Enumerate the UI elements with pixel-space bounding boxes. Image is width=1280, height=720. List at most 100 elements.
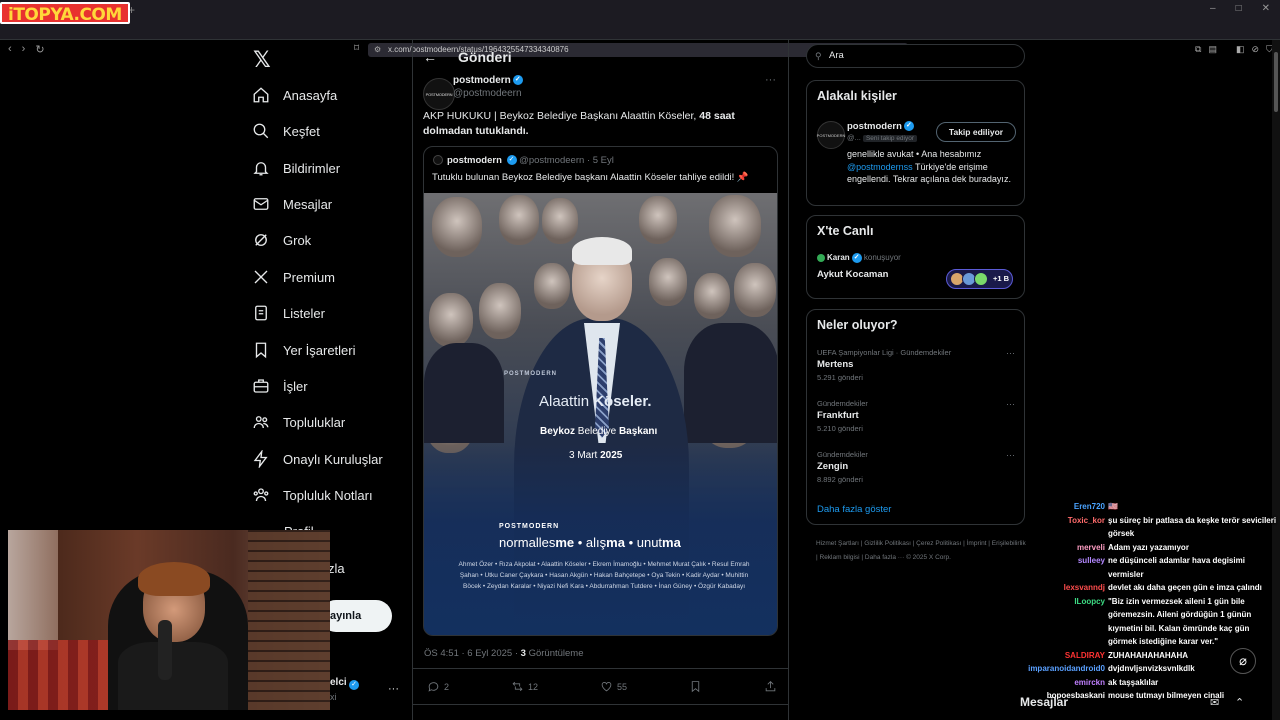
chat-username[interactable]: sulleey [1020, 554, 1105, 568]
repost-button[interactable]: 12 [511, 680, 538, 693]
quote-author-name: postmodern [447, 155, 502, 166]
maximize-icon[interactable]: □ [1236, 3, 1242, 14]
slogan-part: normalles [499, 535, 556, 550]
chat-username[interactable]: Eren720 [1020, 500, 1105, 514]
sidebar-icon[interactable]: ◧ [1236, 44, 1245, 55]
messages-drawer[interactable]: Mesajlar ✉ ⌃ [1015, 690, 1280, 720]
chat-username[interactable]: ILoopcy [1020, 595, 1105, 609]
nav-label: Onaylı Kuruluşlar [283, 451, 383, 467]
wallet-icon[interactable]: ▤ [1208, 44, 1217, 55]
nav-messages[interactable]: Mesajlar [252, 186, 332, 222]
author-handle[interactable]: @postmodeern [453, 88, 522, 99]
nav-jobs[interactable]: İşler [252, 368, 308, 404]
trend-item[interactable]: UEFA Şampiyonlar Ligi · Gündemdekiler Me… [817, 348, 1017, 382]
people-icon [253, 416, 269, 429]
nav-bookmarks[interactable]: Yer İşaretleri [252, 332, 356, 368]
account-name[interactable]: elci [330, 677, 347, 688]
reply-button[interactable]: 2 [427, 680, 449, 693]
webcam-shelf [248, 530, 330, 710]
chat-username[interactable]: SALDIRAY [1020, 649, 1105, 663]
chevron-up-icon[interactable]: ⌃ [1235, 696, 1244, 709]
chat-username[interactable]: imparanoidandroid0 [1020, 662, 1105, 676]
image-names-list: Ahmet Özer • Rıza Akpolat • Alaattin Kös… [458, 561, 750, 590]
image-slogan: normallesme • alışma • unutma [499, 535, 681, 550]
back-icon[interactable]: ‹ [8, 43, 12, 56]
avatar[interactable]: POSTMODERN [423, 78, 455, 110]
nav-label: Topluluk Notları [283, 487, 373, 503]
live-host: Karan ✓ konuşuyor [817, 253, 901, 263]
webcam-microphone [158, 620, 172, 680]
more-options-icon[interactable]: ··· [765, 74, 776, 86]
search-input[interactable]: ⚲ Ara [806, 44, 1025, 68]
bio-link[interactable]: @postmodernss [847, 162, 913, 172]
slogan-part: • unut [624, 535, 663, 550]
lightning-icon [253, 450, 268, 468]
bookmark-button[interactable] [689, 680, 702, 693]
like-button[interactable]: 55 [600, 680, 627, 693]
post-button[interactable]: ayınla [320, 600, 392, 632]
more-options-icon[interactable]: ··· [1006, 348, 1015, 358]
avatar[interactable]: POSTMODERN [817, 121, 845, 149]
close-icon[interactable]: ✕ [1262, 3, 1270, 14]
nav-communities[interactable]: Topluluklar [252, 404, 345, 440]
following-button[interactable]: Takip ediliyor [936, 122, 1016, 142]
webcam-overlay [8, 530, 330, 710]
live-listeners-pill[interactable]: +1 B [946, 269, 1013, 289]
reload-icon[interactable]: ↻ [35, 43, 44, 56]
collage-face [709, 195, 761, 257]
minimize-icon[interactable]: – [1210, 3, 1216, 14]
related-handle-text: @... [847, 133, 861, 142]
vpn-icon[interactable]: ⊘ [1251, 44, 1259, 55]
nav-home[interactable]: Anasayfa [252, 77, 337, 113]
chat-username[interactable]: Toxic_kor [1020, 514, 1105, 528]
grok-icon [255, 234, 267, 246]
quote-image[interactable]: POSTMODERN Alaattin Köseler. Beykoz Bele… [424, 193, 777, 635]
trend-item[interactable]: Gündemdekiler Zengin 8.892 gönderi ··· [817, 450, 1017, 484]
scrollbar-thumb[interactable] [1274, 52, 1278, 112]
back-arrow-icon[interactable]: ← [423, 49, 437, 65]
related-name[interactable]: postmodern ✓ [847, 121, 914, 132]
x-logo-icon[interactable]: 𝕏 [253, 48, 277, 73]
nav-lists[interactable]: Listeler [252, 295, 325, 331]
nav-more-partial[interactable]: zla [328, 561, 345, 576]
webcam-person-body [118, 642, 228, 710]
trend-item[interactable]: Gündemdekiler Frankfurt 5.210 gönderi ··… [817, 399, 1017, 433]
webcam-person-hair [138, 562, 210, 596]
chat-username[interactable]: merveli [1020, 541, 1105, 555]
grok-float-icon[interactable]: ⌀ [1230, 648, 1256, 674]
nav-explore[interactable]: Keşfet [252, 113, 320, 149]
more-options-icon[interactable]: ··· [1006, 450, 1015, 460]
chat-username[interactable]: emirckn [1020, 676, 1105, 690]
image-name: Alaattin Köseler. [539, 393, 652, 410]
nav-label: Premium [283, 269, 336, 285]
more-options-icon[interactable]: ··· [1006, 399, 1015, 409]
nav-label: Keşfet [283, 123, 320, 139]
chat-text: dvjdnvljsnvizksvnlkdlk [1108, 664, 1195, 673]
share-button[interactable] [764, 680, 777, 693]
nav-label: Listeler [283, 305, 325, 321]
nav-grok[interactable]: Grok [252, 222, 311, 258]
tweet-time[interactable]: ÖS 4:51 · 6 Eyl 2025 · [424, 648, 521, 659]
nav-notifications[interactable]: Bildirimler [252, 150, 340, 186]
quoted-post[interactable]: postmodern ✓ @postmodeern · 5 Eyl Tutukl… [423, 146, 778, 636]
window-controls: – □ ✕ [1210, 3, 1270, 14]
nav-verified-orgs[interactable]: Onaylı Kuruluşlar [252, 441, 383, 477]
chat-username[interactable]: lexsvanndj [1020, 581, 1105, 595]
tweet-actions: 2 12 55 [427, 680, 777, 693]
nav-label: Anasayfa [283, 87, 338, 103]
show-more-link[interactable]: Daha fazla göster [817, 504, 891, 515]
chat-text: Adam yazı yazamıyor [1108, 542, 1189, 552]
nav-premium[interactable]: Premium [252, 259, 335, 295]
footer-links[interactable]: Hizmet Şartları | Gizlilik Politikası | … [816, 537, 1026, 565]
account-menu-icon[interactable]: ··· [388, 683, 399, 695]
new-message-icon[interactable]: ✉ [1210, 696, 1219, 709]
nav-community-notes[interactable]: Topluluk Notları [252, 477, 373, 513]
live-card[interactable]: X'te Canlı Karan ✓ konuşuyor Aykut Kocama… [806, 215, 1025, 299]
extension-icon[interactable]: ⧉ [1195, 44, 1201, 55]
verified-icon: ✓ [851, 253, 862, 263]
share-icon [765, 681, 776, 692]
forward-icon[interactable]: › [22, 43, 26, 56]
live-space-title: Aykut Kocaman [817, 269, 889, 280]
divider [413, 704, 788, 705]
author-name[interactable]: postmodern ✓ [453, 75, 523, 86]
